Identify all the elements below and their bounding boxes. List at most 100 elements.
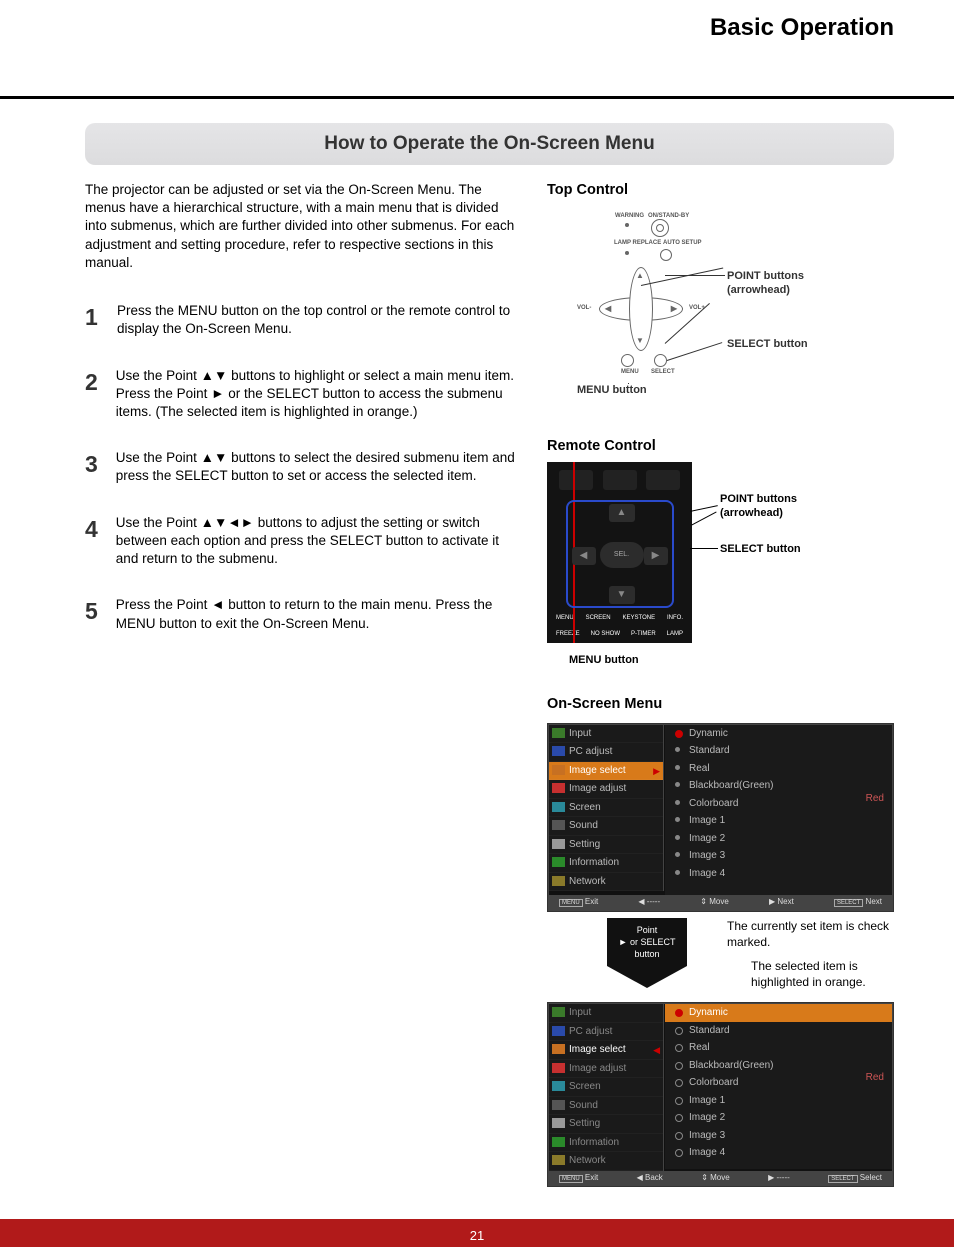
remote-label: SCREEN (586, 614, 611, 622)
remote-label: FREEZE (556, 630, 580, 638)
select-button (654, 354, 667, 367)
top-control-heading: Top Control (547, 181, 894, 201)
remote-dpad: ▲ ▼ ◀ ▶ SEL. (566, 500, 674, 608)
autosetup-button (660, 249, 672, 261)
page-title: How to Operate the On-Screen Menu (85, 123, 894, 165)
osd-option: Image 4 (665, 1144, 892, 1162)
step-number: 2 (85, 367, 98, 422)
arrow-up-icon: ▲ (609, 504, 635, 522)
osd-item-imageadjust: Image adjust (549, 780, 663, 799)
osd-option: Real (665, 760, 892, 778)
step-item: 5 Press the Point ◄ button to return to t… (85, 596, 517, 632)
arrow-right-icon: ▶ (671, 304, 677, 315)
point-box-line: button (611, 948, 683, 960)
osd-item-network: Network (549, 873, 663, 892)
label-autosetup: AUTO SETUP (663, 240, 702, 247)
remote-label: LAMP (667, 630, 683, 638)
arrow-left-icon: ◀ (572, 547, 596, 565)
osd-statusbar: MENU Exit ◀ Back ⇕ Move ▶ ----- SELECT S… (549, 1171, 892, 1186)
osd-option: Image 2 (665, 1109, 892, 1127)
header-rule (0, 96, 954, 99)
step-text: Use the Point ▲▼◄► buttons to adjust the… (116, 514, 517, 569)
osd-option: Image 3 (665, 847, 892, 865)
section-header: Basic Operation (0, 12, 954, 48)
arrow-down-icon: ▼ (636, 336, 644, 347)
callout-line (691, 512, 716, 526)
osd-option: Real (665, 1039, 892, 1057)
callout-select-button: SELECT button (727, 337, 808, 352)
label-volminus: VOL- (577, 305, 591, 312)
osd-item-setting: Setting (549, 836, 663, 855)
remote-control-heading: Remote Control (547, 437, 894, 457)
step-text: Use the Point ▲▼ buttons to highlight or… (116, 367, 517, 422)
point-box-line: ► or SELECT (611, 936, 683, 948)
osd-item-imageadjust: Image adjust (549, 1060, 663, 1079)
led-lamp (625, 251, 629, 255)
arrow-down-icon: ▼ (609, 586, 635, 604)
osd-value-red: Red (866, 1071, 884, 1085)
remote-label: KEYSTONE (623, 614, 656, 622)
callout-select-button: SELECT button (720, 542, 801, 556)
osd-item-screen: Screen (549, 1078, 663, 1097)
remote-diagram: ▲ ▼ ◀ ▶ SEL. MENU SCREEN KEYSTONE INFO. (547, 462, 692, 642)
osd-option: Image 4 (665, 865, 892, 883)
step-number: 4 (85, 514, 98, 569)
osd-item-sound: Sound (549, 817, 663, 836)
step-number: 5 (85, 596, 98, 632)
remote-top-button (646, 470, 680, 490)
osd-option: Standard (665, 742, 892, 760)
remote-label: MENU (556, 614, 574, 622)
remote-top-button (603, 470, 637, 490)
step-item: 4 Use the Point ▲▼◄► buttons to adjust th… (85, 514, 517, 569)
osd-option: Image 1 (665, 1092, 892, 1110)
remote-callouts: POINT buttons (arrowhead) SELECT button (700, 462, 875, 642)
callout-menu-button: MENU button (569, 653, 894, 668)
osd-screenshot-2: Input PC adjust Image select◀ Image adju… (547, 1002, 894, 1187)
callout-line (690, 548, 718, 549)
point-box-line: Point (611, 924, 683, 936)
step-text: Press the Point ◄ button to return to th… (116, 596, 517, 632)
osd-screenshot-1: Input PC adjust Image select▶ Image adju… (547, 723, 894, 912)
step-item: 2 Use the Point ▲▼ buttons to highlight o… (85, 367, 517, 422)
osd-option: Blackboard(Green) (665, 777, 892, 795)
step-item: 3 Use the Point ▲▼ buttons to select the … (85, 449, 517, 485)
arrow-up-icon: ▲ (636, 271, 644, 282)
steps-list: 1Press the MENU button on the top contro… (85, 302, 517, 633)
callout-point-buttons: POINT buttons (arrowhead) (727, 269, 847, 299)
step-item: 1Press the MENU button on the top contro… (85, 302, 517, 338)
intro-paragraph: The projector can be adjusted or set via… (85, 181, 517, 272)
osd-item-input: Input (549, 1004, 663, 1023)
osd-option: Colorboard (665, 1074, 892, 1092)
explanation-check: The currently set item is check marked. (705, 918, 894, 950)
osd-heading: On-Screen Menu (547, 695, 894, 715)
step-number: 1 (85, 302, 99, 338)
osd-option: Dynamic (665, 725, 892, 743)
label-select: SELECT (651, 369, 675, 376)
step-number: 3 (85, 449, 98, 485)
osd-item-network: Network (549, 1152, 663, 1171)
label-onstandby: ON/STAND-BY (648, 213, 689, 220)
osd-item-setting: Setting (549, 1115, 663, 1134)
remote-label: NO SHOW (591, 630, 620, 638)
osd-option: Image 2 (665, 830, 892, 848)
callout-line (628, 383, 629, 384)
osd-statusbar: MENU Exit ◀ ----- ⇕ Move ▶ Next SELECT N… (549, 895, 892, 910)
remote-select-button: SEL. (600, 542, 644, 568)
arrow-left-icon: ◀ (605, 304, 611, 315)
osd-item-imageselect: Image select◀ (549, 1041, 663, 1060)
top-control-diagram: WARNING ON/STAND-BY LAMP REPLACE AUTO SE… (547, 207, 867, 397)
power-ring-inner (656, 224, 664, 232)
osd-item-input: Input (549, 725, 663, 744)
point-select-arrow: Point ► or SELECT button (607, 918, 687, 988)
arrow-right-icon: ▶ (644, 547, 668, 565)
osd-item-sound: Sound (549, 1097, 663, 1116)
osd-value-red: Red (866, 792, 884, 806)
led-warning (625, 223, 629, 227)
osd-option: Image 3 (665, 1127, 892, 1145)
explanation-highlight: The selected item is highlighted in oran… (705, 958, 894, 990)
osd-option: Blackboard(Green) (665, 1057, 892, 1075)
step-text: Use the Point ▲▼ buttons to select the d… (116, 449, 517, 485)
osd-item-information: Information (549, 854, 663, 873)
osd-item-information: Information (549, 1134, 663, 1153)
remote-label: P-TIMER (631, 630, 656, 638)
